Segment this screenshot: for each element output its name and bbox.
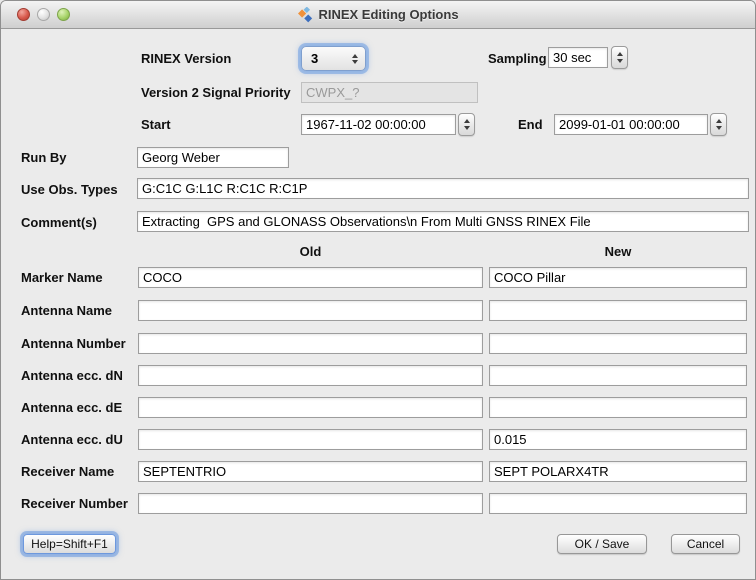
antenna-ecc-du-label: Antenna ecc. dU [21, 429, 123, 450]
rinex-editing-options-window: RINEX Editing Options RINEX Version 3 Sa… [0, 0, 756, 580]
receiver-number-old-input[interactable] [138, 493, 483, 514]
receiver-number-label: Receiver Number [21, 493, 128, 514]
bnc-diamonds-icon [297, 7, 313, 23]
title-bar[interactable]: RINEX Editing Options [1, 1, 755, 29]
receiver-name-new-input[interactable] [489, 461, 747, 482]
ok-save-button[interactable]: OK / Save [557, 534, 647, 554]
use-obs-types-label: Use Obs. Types [21, 179, 118, 200]
antenna-ecc-de-new-input[interactable] [489, 397, 747, 418]
antenna-ecc-dn-label: Antenna ecc. dN [21, 365, 123, 386]
antenna-number-old-input[interactable] [138, 333, 483, 354]
antenna-name-new-input[interactable] [489, 300, 747, 321]
comments-label: Comment(s) [21, 212, 97, 233]
end-datetime-input[interactable] [554, 114, 708, 135]
help-button[interactable]: Help=Shift+F1 [23, 534, 116, 554]
start-stepper[interactable] [458, 113, 475, 136]
down-triangle-icon [352, 60, 358, 64]
run-by-input[interactable] [137, 147, 289, 168]
receiver-number-new-input[interactable] [489, 493, 747, 514]
window-title: RINEX Editing Options [318, 7, 458, 22]
sampling-input[interactable] [548, 47, 608, 68]
end-label: End [518, 114, 543, 135]
run-by-label: Run By [21, 147, 67, 168]
v2-signal-priority-field: CWPX_? [301, 82, 478, 103]
use-obs-types-input[interactable] [137, 178, 749, 199]
marker-name-label: Marker Name [21, 267, 103, 288]
cancel-button[interactable]: Cancel [671, 534, 740, 554]
marker-name-old-input[interactable] [138, 267, 483, 288]
up-triangle-icon [464, 119, 470, 123]
antenna-name-old-input[interactable] [138, 300, 483, 321]
antenna-ecc-du-old-input[interactable] [138, 429, 483, 450]
up-triangle-icon [617, 52, 623, 56]
rinex-version-label: RINEX Version [141, 48, 231, 69]
sampling-label: Sampling [488, 48, 547, 69]
antenna-number-label: Antenna Number [21, 333, 126, 354]
antenna-number-new-input[interactable] [489, 333, 747, 354]
antenna-ecc-de-label: Antenna ecc. dE [21, 397, 122, 418]
antenna-ecc-du-new-input[interactable] [489, 429, 747, 450]
antenna-ecc-de-old-input[interactable] [138, 397, 483, 418]
up-triangle-icon [716, 119, 722, 123]
rinex-version-combobox[interactable]: 3 [301, 46, 366, 71]
receiver-name-label: Receiver Name [21, 461, 114, 482]
end-stepper[interactable] [710, 113, 727, 136]
v2-signal-priority-label: Version 2 Signal Priority [141, 82, 291, 103]
comments-input[interactable] [137, 211, 749, 232]
rinex-version-value: 3 [302, 51, 352, 66]
old-column-header: Old [138, 244, 483, 259]
receiver-name-old-input[interactable] [138, 461, 483, 482]
marker-name-new-input[interactable] [489, 267, 747, 288]
up-triangle-icon [352, 54, 358, 58]
antenna-ecc-dn-new-input[interactable] [489, 365, 747, 386]
sampling-stepper[interactable] [611, 46, 628, 69]
start-datetime-input[interactable] [301, 114, 456, 135]
down-triangle-icon [464, 126, 470, 130]
antenna-ecc-dn-old-input[interactable] [138, 365, 483, 386]
combo-stepper-icons[interactable] [352, 54, 358, 64]
down-triangle-icon [716, 126, 722, 130]
down-triangle-icon [617, 59, 623, 63]
new-column-header: New [489, 244, 747, 259]
antenna-name-label: Antenna Name [21, 300, 112, 321]
start-label: Start [141, 114, 171, 135]
